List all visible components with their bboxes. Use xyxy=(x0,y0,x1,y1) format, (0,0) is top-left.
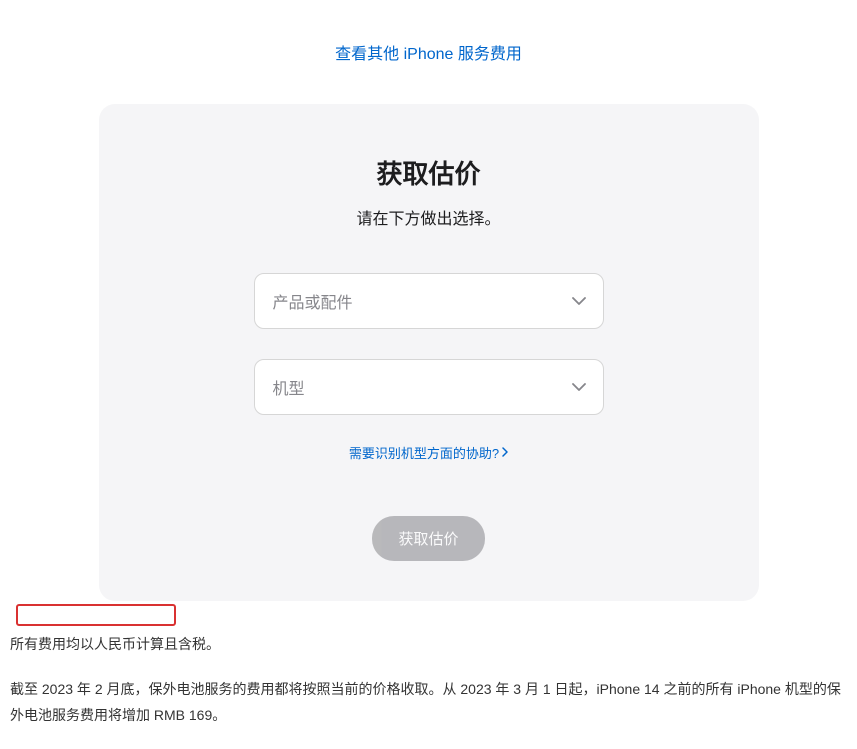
identify-model-help-link[interactable]: 需要识别机型方面的协助? xyxy=(349,443,508,462)
model-select[interactable]: 机型 xyxy=(254,359,604,415)
model-select-label: 机型 xyxy=(254,359,604,415)
footer-tax-note: 所有费用均以人民币计算且含税。 xyxy=(10,631,847,658)
footer-price-change-note: 截至 2023 年 2 月底，保外电池服务的费用都将按照当前的价格收取。从 20… xyxy=(10,676,847,729)
card-title: 获取估价 xyxy=(139,154,719,191)
estimate-card: 获取估价 请在下方做出选择。 产品或配件 机型 需要识别机型方面的协助? 获取估… xyxy=(99,104,759,601)
product-select[interactable]: 产品或配件 xyxy=(254,273,604,329)
chevron-right-icon xyxy=(502,445,508,460)
help-link-text: 需要识别机型方面的协助? xyxy=(349,443,499,462)
other-services-link[interactable]: 查看其他 iPhone 服务费用 xyxy=(10,40,847,64)
get-estimate-button[interactable]: 获取估价 xyxy=(372,516,484,561)
product-select-label: 产品或配件 xyxy=(254,273,604,329)
card-subtitle: 请在下方做出选择。 xyxy=(139,205,719,229)
